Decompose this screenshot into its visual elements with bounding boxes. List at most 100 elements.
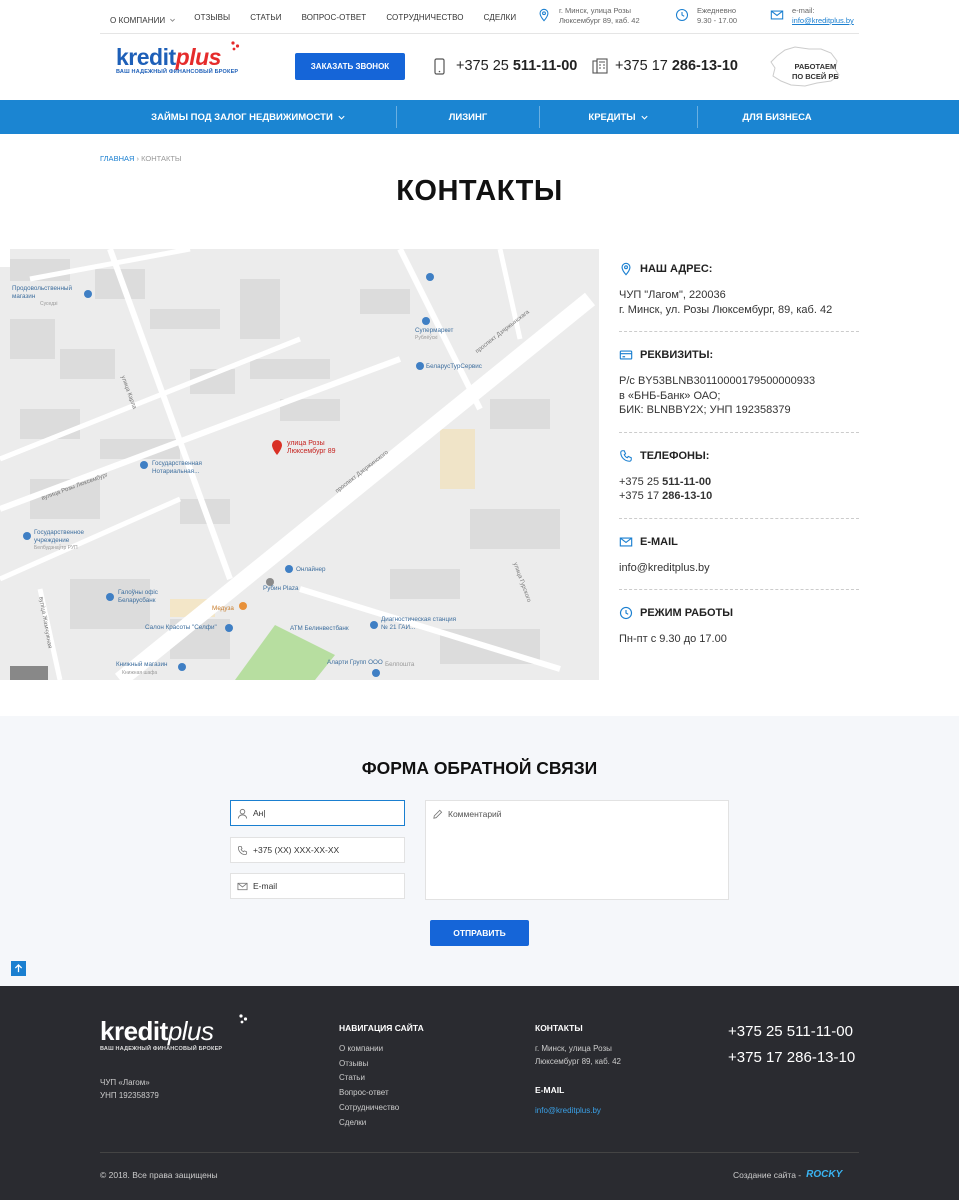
topnav-item-deals[interactable]: Сделки xyxy=(484,13,517,22)
footer-phone-1[interactable]: +375 25 511-11-00 xyxy=(728,1023,853,1040)
logo-dots-icon xyxy=(239,1014,248,1024)
contact-heading: Телефоны: xyxy=(640,449,710,462)
comment-textarea[interactable]: Комментарий xyxy=(425,800,729,900)
map[interactable]: улица Розы Люксембург 89 Продовольственн… xyxy=(0,249,599,680)
chevron-down-icon xyxy=(338,115,345,120)
chevron-down-icon xyxy=(640,115,648,120)
footer-company-name: ЧУП «Лагом» xyxy=(100,1078,150,1087)
poi-label: Белбудзнаўтр РУП xyxy=(34,545,78,551)
top-email: e-mail: info@kreditplus.by xyxy=(770,6,854,26)
phone-prefix: +375 17 xyxy=(615,58,668,74)
card-icon xyxy=(619,350,633,360)
top-email-label: e-mail: xyxy=(792,6,815,15)
top-hours: Ежедневно 9.30 - 17.00 xyxy=(675,6,738,26)
street-label: вулица Розы Люксембург xyxy=(40,472,109,502)
poi-label: Рублёўскі xyxy=(415,335,438,341)
mainnav-label: Для бизнеса xyxy=(742,111,812,123)
phone-number: 286-13-10 xyxy=(662,490,713,502)
contact-phone-1[interactable]: +375 25 511-11-00 xyxy=(619,475,859,490)
phone-input-placeholder: +375 (XX) XXX-XX-XX xyxy=(253,845,340,855)
mainnav-label: Займы под залог недвижимости xyxy=(151,111,333,123)
poi-label: Книжный магазин xyxy=(116,661,168,668)
topnav-item-company[interactable]: О компании xyxy=(100,0,186,32)
top-address: г. Минск, улица Розы Люксембург 89, каб.… xyxy=(539,6,640,26)
street-label: улица Гурского xyxy=(511,561,532,604)
phone-prefix: +375 17 xyxy=(619,490,660,502)
contacts-panel: Наш адрес: ЧУП "Лагом", 220036 г. Минск,… xyxy=(619,262,859,677)
footer-nav-link[interactable]: Отзывы xyxy=(339,1057,399,1072)
poi-label: АТМ Белинвестбанк xyxy=(290,625,349,632)
footer-nav-link[interactable]: О компании xyxy=(339,1042,399,1057)
contact-address: Наш адрес: ЧУП "Лагом", 220036 г. Минск,… xyxy=(619,262,859,332)
mainnav-label: Кредиты xyxy=(588,111,636,123)
footer-logo-accent: plus xyxy=(167,1016,214,1046)
topnav-item-faq[interactable]: Вопрос-ответ xyxy=(302,13,367,22)
footer-logo[interactable]: kreditplus ваш надежный финансовый броке… xyxy=(100,1014,248,1052)
footer-address-line2: Люксембург 89, каб. 42 xyxy=(535,1057,621,1066)
header-phone-mobile[interactable]: +375 25 511-11-00 xyxy=(434,58,577,75)
coverage-line2: по всей РБ xyxy=(792,72,839,81)
contact-requisites: Реквизиты: Р/с BY53BLNB30110000179500000… xyxy=(619,348,859,433)
form-title: Форма обратной связи xyxy=(361,758,598,778)
poi-label: Суседзі xyxy=(40,301,58,307)
footer-company-unp: УНП 192358379 xyxy=(100,1091,159,1100)
footer-logo-wordmark: kreditplus xyxy=(100,1016,222,1047)
footer-nav: О компании Отзывы Статьи Вопрос-ответ Со… xyxy=(339,1042,399,1130)
mail-icon xyxy=(619,536,633,547)
footer-email-link[interactable]: info@kreditplus.by xyxy=(535,1104,601,1119)
made-by[interactable]: Создание сайта - ROCKY xyxy=(733,1169,842,1180)
topnav-item-cooperation[interactable]: Сотрудничество xyxy=(386,13,463,22)
submit-button[interactable]: Отправить xyxy=(430,920,529,946)
breadcrumb-separator: › xyxy=(136,154,140,163)
mainnav-item-loans[interactable]: Займы под залог недвижимости xyxy=(130,100,367,134)
street-label: проспект Дзяржынскага xyxy=(474,309,531,355)
main-nav: Займы под залог недвижимости Лизинг Кред… xyxy=(0,100,959,134)
copyright: © 2018. Все права защищены xyxy=(100,1170,218,1180)
logo-tagline: ваш надежный финансовый брокер xyxy=(116,69,239,75)
contact-heading: Наш адрес: xyxy=(640,263,713,275)
phone-number: 511-11-00 xyxy=(662,475,712,488)
scroll-top-button[interactable] xyxy=(11,961,26,976)
breadcrumb-home[interactable]: Главная xyxy=(100,154,134,163)
email-input[interactable]: E-mail xyxy=(230,873,405,899)
contact-phone-2[interactable]: +375 17 286-13-10 xyxy=(619,489,859,504)
poi-label: Рубин Plaza xyxy=(263,585,299,592)
logo-accent: plus xyxy=(175,44,222,70)
footer-phone-2[interactable]: +375 17 286-13-10 xyxy=(728,1049,855,1066)
topnav-item-articles[interactable]: Статьи xyxy=(250,13,281,22)
top-email-link[interactable]: info@kreditplus.by xyxy=(792,16,854,26)
poi-label: Аларти Групп ООО xyxy=(327,659,383,666)
top-hours-line2: 9.30 - 17.00 xyxy=(697,16,738,25)
contact-email-link[interactable]: info@kreditplus.by xyxy=(619,561,859,576)
logo-dots-icon xyxy=(231,41,240,51)
top-address-line2: Люксембург 89, каб. 42 xyxy=(559,16,640,25)
poi-label: Белпошта xyxy=(385,661,415,668)
order-call-button[interactable]: Заказать звонок xyxy=(295,53,405,80)
breadcrumb-current: Контакты xyxy=(141,154,182,163)
footer-nav-link[interactable]: Вопрос-ответ xyxy=(339,1086,399,1101)
top-hours-line1: Ежедневно xyxy=(697,6,737,15)
name-input-value: Ан| xyxy=(253,808,266,818)
mainnav-item-business[interactable]: Для бизнеса xyxy=(698,100,856,134)
footer-nav-title: Навигация сайта xyxy=(339,1023,424,1033)
phone-input[interactable]: +375 (XX) XXX-XX-XX xyxy=(230,837,405,863)
contact-value: Р/с BY53BLNB30110000179500000933 xyxy=(619,375,816,387)
contact-hours: Режим работы Пн-пт с 9.30 до 17.00 xyxy=(619,606,859,661)
footer-nav-link[interactable]: Сделки xyxy=(339,1116,399,1131)
header-phone-landline[interactable]: +375 17 286-13-10 xyxy=(592,58,738,74)
mainnav-label: Лизинг xyxy=(448,111,488,123)
location-pin-icon xyxy=(621,262,631,276)
contact-value: г. Минск, ул. Розы Люксембург, 89, каб. … xyxy=(619,303,833,316)
name-input[interactable]: Ан| xyxy=(230,800,405,826)
contact-value: БИК: BLNBBY2X; УНП 192358379 xyxy=(619,404,791,416)
poi-label: Супермаркет xyxy=(415,327,454,334)
topnav-item-reviews[interactable]: Отзывы xyxy=(194,13,230,22)
footer-nav-link[interactable]: Сотрудничество xyxy=(339,1101,399,1116)
footer-nav-link[interactable]: Статьи xyxy=(339,1071,399,1086)
mainnav-item-leasing[interactable]: Лизинг xyxy=(397,100,539,134)
logo-wordmark: kreditplus xyxy=(116,44,238,71)
logo[interactable]: kreditplus ваш надежный финансовый броке… xyxy=(116,41,240,75)
location-pin-icon xyxy=(539,8,549,22)
mainnav-item-credits[interactable]: Кредиты xyxy=(540,100,697,134)
coverage-line1: Работаем xyxy=(794,62,837,71)
